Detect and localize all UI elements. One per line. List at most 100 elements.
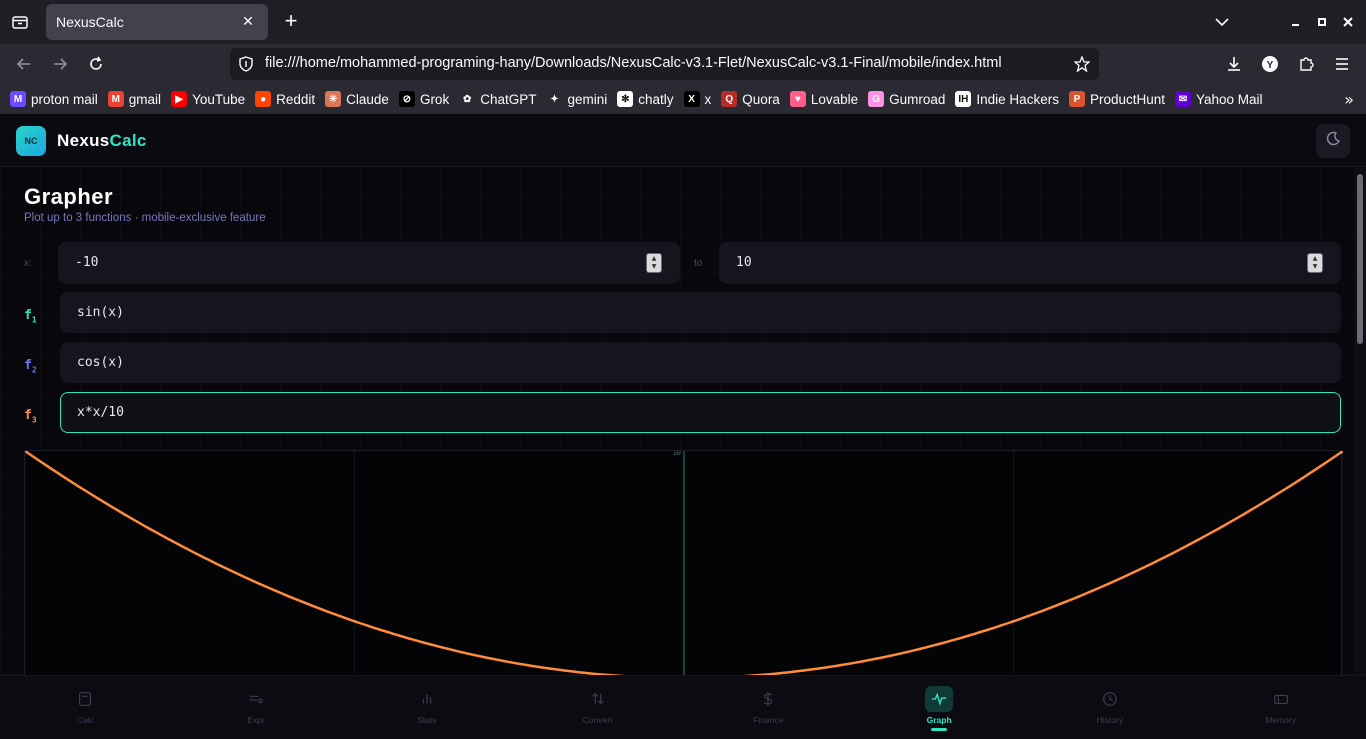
reddit-icon: ● <box>255 91 272 107</box>
bookmark-gemini[interactable]: ✦ gemini <box>546 88 607 110</box>
nav-tab-stats[interactable]: Stats <box>342 676 513 739</box>
function-3-expression: x*x/10 <box>77 405 124 420</box>
gmail-icon: M <box>107 91 124 107</box>
function-1-input[interactable]: sin(x) <box>60 292 1341 333</box>
bookmark-x[interactable]: Xx <box>683 88 711 110</box>
function-2-expression: cos(x) <box>77 355 124 370</box>
nav-tab-graph[interactable]: Graph <box>854 676 1025 739</box>
gumroad-icon: G <box>868 91 885 107</box>
bookmark-proton-mail[interactable]: Mproton mail <box>10 88 98 110</box>
function-2-input[interactable]: cos(x) <box>60 342 1341 383</box>
tab-overview-icon[interactable] <box>8 10 32 34</box>
quora-icon: Q <box>721 91 738 107</box>
bar-chart-icon <box>416 688 438 710</box>
logo-wordmark-part2: Calc <box>109 131 147 150</box>
close-window-icon[interactable] <box>1338 12 1358 32</box>
bookmark-label: Lovable <box>810 91 859 107</box>
function-1-letter: f <box>24 308 32 323</box>
bookmark-claude[interactable]: ✳ Claude <box>325 88 389 110</box>
bookmark-label: Yahoo Mail <box>1196 91 1263 107</box>
download-icon[interactable] <box>1224 54 1244 74</box>
x-max-value: 10 <box>736 255 752 270</box>
bookmark-quora[interactable]: Q Quora <box>721 88 780 110</box>
account-avatar-icon[interactable]: Y <box>1260 54 1280 74</box>
svg-text:Y: Y <box>1267 60 1274 71</box>
function-3-label: f3 <box>24 408 37 425</box>
scrollbar-thumb[interactable] <box>1357 174 1363 344</box>
bookmark-yahoo-mail[interactable]: ✉ Yahoo Mail <box>1175 88 1263 110</box>
nav-tab-finance[interactable]: Finance <box>683 676 854 739</box>
nav-tab-expr[interactable]: Expr <box>171 676 342 739</box>
url-bar[interactable]: file:///home/mohammed-programing-hany/Do… <box>230 48 1099 80</box>
bookmark-label: gmail <box>128 91 162 107</box>
bookmark-label: YouTube <box>192 91 246 107</box>
active-tab-indicator <box>931 728 948 731</box>
gemini-icon: ✦ <box>546 91 563 107</box>
x-min-spinner[interactable]: ▲ ▼ <box>646 253 662 273</box>
bookmark-chatly[interactable]: ✻ chatly <box>617 88 674 110</box>
bookmark-label: Grok <box>419 91 450 107</box>
browser-tab[interactable]: NexusCalc ✕ <box>46 4 268 40</box>
bookmarks-toolbar: Mproton mail Mgmail ▶ YouTube ● Reddit ✳ Claude… <box>0 84 1366 114</box>
nav-tab-memory[interactable]: Memory <box>1195 676 1366 739</box>
logo-wordmark: NexusCalc <box>57 131 147 151</box>
bookmark-lovable[interactable]: ♥ Lovable <box>789 88 859 110</box>
range-to-label: to <box>694 258 703 269</box>
clock-icon <box>1099 688 1121 710</box>
x-min-input[interactable]: -10 ▲ ▼ <box>58 242 680 284</box>
forward-arrow-icon[interactable] <box>50 54 70 74</box>
bookmarks-overflow-icon[interactable]: » <box>1344 90 1354 109</box>
grok-icon: ⊘ <box>398 91 415 107</box>
nav-tab-label: Expr <box>247 715 265 725</box>
shield-icon[interactable] <box>238 56 254 76</box>
function-2-label: f2 <box>24 358 37 375</box>
hamburger-menu-icon[interactable] <box>1332 54 1352 74</box>
memory-card-icon <box>1270 688 1292 710</box>
url-text: file:///home/mohammed-programing-hany/Do… <box>265 55 1002 71</box>
dollar-icon <box>757 688 779 710</box>
bookmark-label: Indie Hackers <box>976 91 1059 107</box>
bookmark-grok[interactable]: ⊘ Grok <box>398 88 450 110</box>
minimize-icon[interactable] <box>1286 12 1306 32</box>
bookmark-youtube[interactable]: ▶ YouTube <box>171 88 245 110</box>
bookmark-gumroad[interactable]: G Gumroad <box>868 88 945 110</box>
theme-toggle-button[interactable] <box>1316 124 1350 158</box>
browser-tab-bar: NexusCalc ✕ + <box>0 0 1366 44</box>
maximize-icon[interactable] <box>1312 12 1332 32</box>
bookmark-label: proton mail <box>31 91 98 107</box>
x-max-spinner[interactable]: ▲ ▼ <box>1307 253 1323 273</box>
reload-icon[interactable] <box>86 54 106 74</box>
nav-tab-label: Finance <box>753 715 784 725</box>
function-3-input[interactable]: x*x/10 <box>60 392 1341 433</box>
x-max-input[interactable]: 10 ▲ ▼ <box>719 242 1341 284</box>
function-1-label: f1 <box>24 308 37 325</box>
nav-tab-calc[interactable]: Calc <box>0 676 171 739</box>
page-scrollbar[interactable] <box>1354 168 1366 675</box>
nav-tab-history[interactable]: History <box>1025 676 1196 739</box>
bookmark-gmail[interactable]: Mgmail <box>107 88 162 110</box>
y-tick-label: 10 <box>673 451 681 457</box>
bookmark-reddit[interactable]: ● Reddit <box>255 88 315 110</box>
pulse-icon <box>925 686 954 712</box>
yahoo-mail-icon: ✉ <box>1175 91 1191 107</box>
extensions-puzzle-icon[interactable] <box>1296 54 1316 74</box>
x-range-label: x: <box>24 258 32 269</box>
tab-close-icon[interactable]: ✕ <box>238 14 258 30</box>
x-min-value: -10 <box>75 255 99 270</box>
logo-badge: NC <box>16 126 46 156</box>
function-2-subscript: 2 <box>31 365 37 375</box>
bookmark-star-icon[interactable] <box>1073 55 1091 76</box>
back-arrow-icon[interactable] <box>14 54 34 74</box>
chevron-down-icon[interactable] <box>1212 12 1232 32</box>
function-3-letter: f <box>24 408 32 423</box>
grapher-page: Grapher Plot up to 3 functions · mobile-… <box>0 168 1354 675</box>
page-title: Grapher <box>24 184 114 209</box>
bookmark-producthunt[interactable]: P ProductHunt <box>1068 88 1165 110</box>
bookmark-chatgpt[interactable]: ✿ ChatGPT <box>459 88 536 110</box>
new-tab-icon[interactable]: + <box>280 10 302 34</box>
nav-tab-convert[interactable]: Convert <box>512 676 683 739</box>
bookmark-indie-hackers[interactable]: IH Indie Hackers <box>955 88 1059 110</box>
graph-canvas[interactable]: 10 <box>24 450 1343 675</box>
calculator-icon <box>74 688 96 710</box>
page-subtitle: Plot up to 3 functions · mobile-exclusiv… <box>24 212 266 224</box>
